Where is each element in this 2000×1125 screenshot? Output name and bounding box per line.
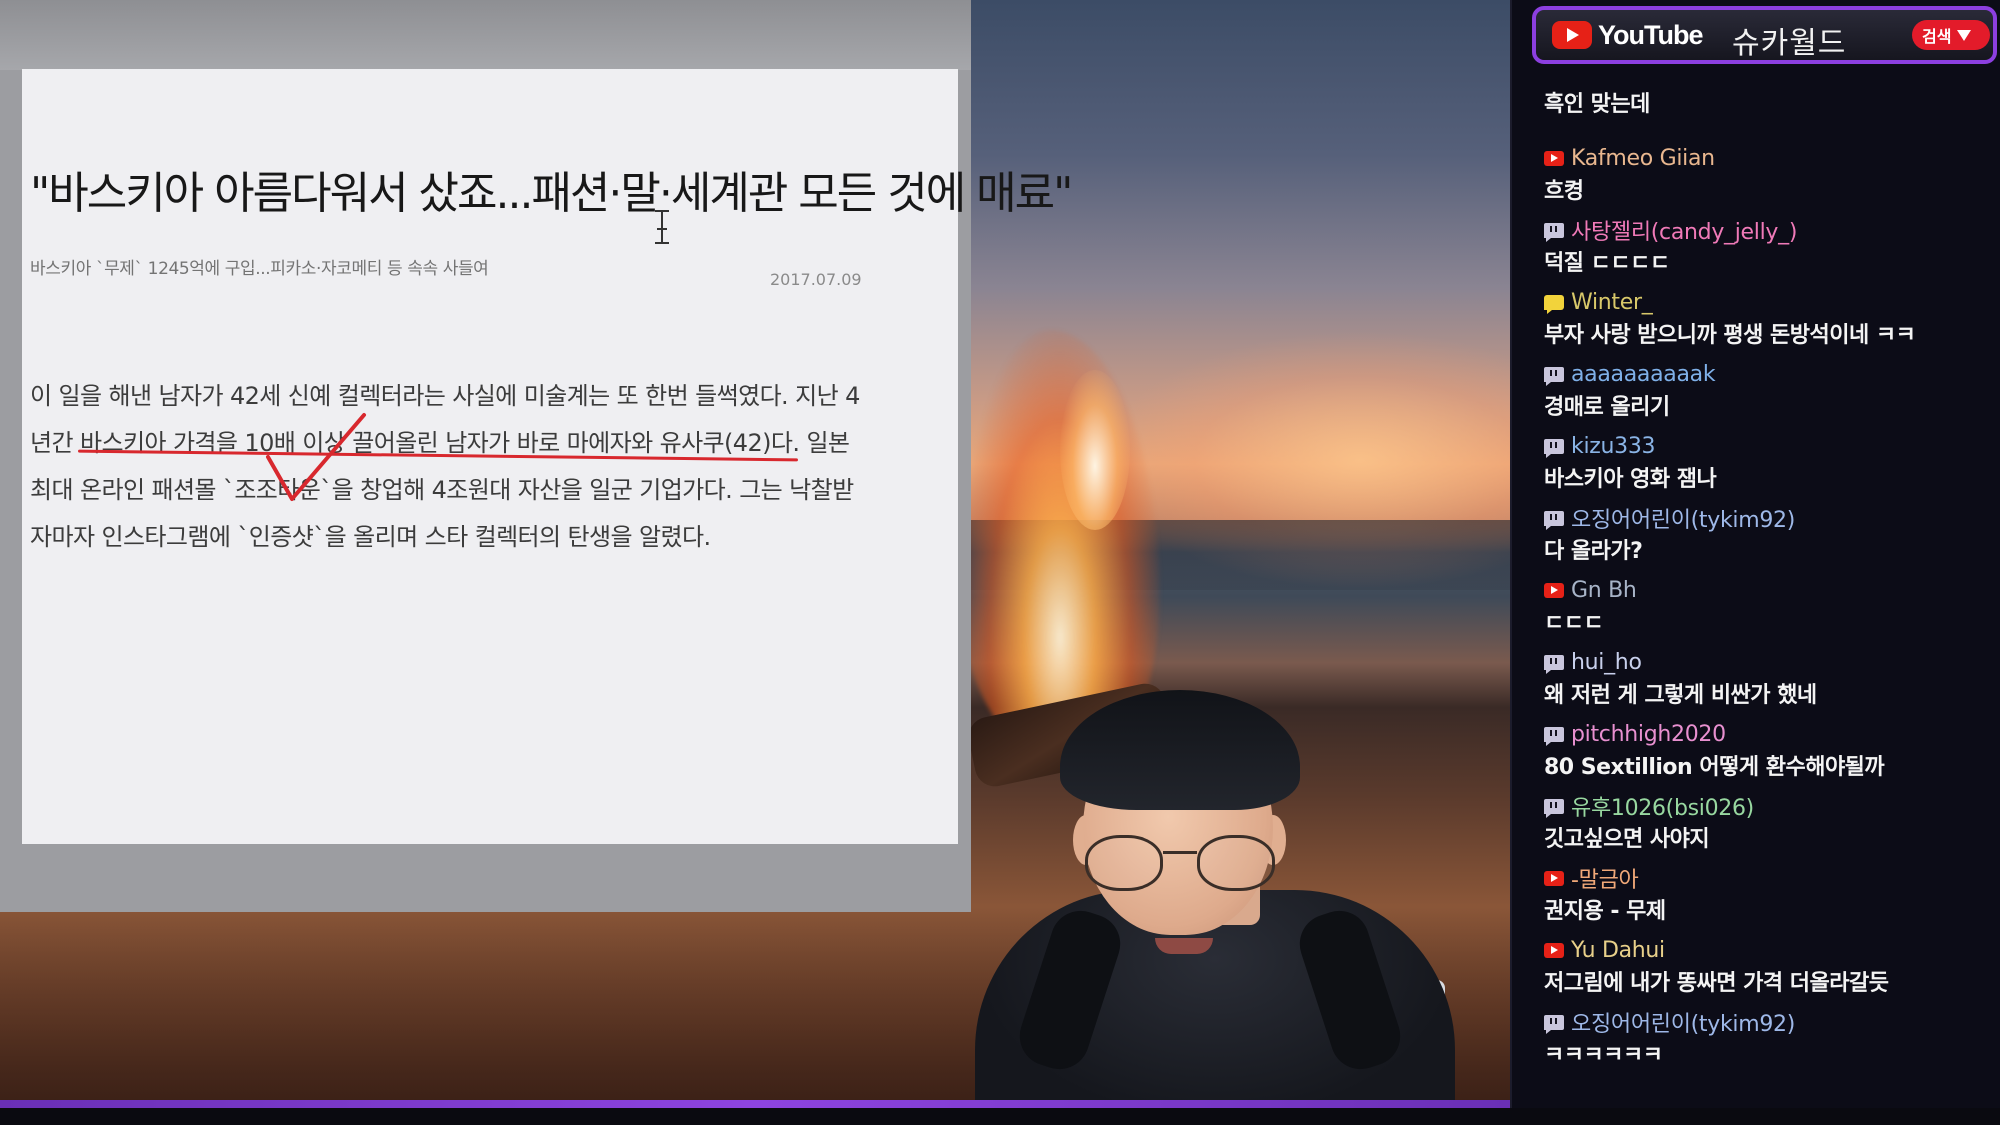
dropdown-arrow-icon (1957, 29, 1972, 41)
stream-accent-bar (0, 1100, 1510, 1108)
chat-username-row[interactable]: Kafmeo Giian (1544, 143, 1715, 173)
chat-username-row[interactable]: hui_ho (1544, 647, 1642, 677)
search-button-label: 검색 (1922, 27, 1952, 46)
chat-username-row[interactable]: aaaaaaaaaak (1544, 359, 1716, 389)
article-page: "바스키아 아름다워서 샀죠...패션·말·세계관 모든 것에 매료" 바스키아… (22, 69, 1073, 844)
chat-username[interactable]: Gn Bh (1571, 578, 1637, 603)
chat-message-text: ㅋㅋㅋㅋㅋㅋ (1544, 1043, 1663, 1068)
kakao-icon (1544, 294, 1564, 314)
article-body-line: 자마자 인스타그램에 `인증샷`을 올리며 스타 컬렉터의 탄생을 알렸다. (30, 523, 711, 551)
chat-message-text: 저그림에 내가 똥싸면 가격 더올라갈듯 (1544, 971, 1889, 996)
chat-username[interactable]: Kafmeo Giian (1571, 146, 1715, 171)
chat-username[interactable]: Yu Dahui (1571, 938, 1665, 963)
chat-message: 오징어어린이(tykim92) 다 올라가? (1544, 503, 1994, 575)
chat-username[interactable]: pitchhigh2020 (1571, 722, 1726, 747)
article-subheadline: 바스키아 `무제` 1245억에 구입...피카소·자코메티 등 속속 사들여 (30, 259, 489, 279)
youtube-play-icon (1552, 21, 1592, 49)
chat-username-row[interactable]: 오징어어린이(tykim92) (1544, 1007, 1795, 1037)
chat-message: Winter_ 부자 사랑 받으니까 평생 돈방석이네 ㅋㅋ (1544, 287, 1994, 359)
campfire-flame-core (1060, 370, 1130, 530)
chat-username-row[interactable]: -말금아 (1544, 862, 1639, 894)
chat-message-text: 왜 저런 게 그렇게 비싼가 했네 (1544, 683, 1817, 708)
article-headline: "바스키아 아름다워서 샀죠...패션·말·세계관 모든 것에 매료" (30, 168, 1073, 219)
chat-username[interactable]: aaaaaaaaaak (1571, 362, 1716, 387)
chat-message: 사탕젤리(candy_jelly_) 덕질 ㄷㄷㄷㄷ (1544, 215, 1994, 287)
youtube-icon (1544, 870, 1564, 886)
twitch-icon (1544, 510, 1564, 530)
chat-message: pitchhigh2020 80 Sextillion 어떻게 환수해야될까 (1544, 719, 1994, 791)
chat-message-text: 부자 사랑 받으니까 평생 돈방석이네 ㅋㅋ (1544, 323, 1916, 348)
chat-username[interactable]: Winter_ (1571, 290, 1653, 315)
article-body: 이 일을 해낸 남자가 42세 신예 컬렉터라는 사실에 미술계는 또 한번 들… (30, 373, 930, 561)
chat-username-row[interactable]: Winter_ (1544, 287, 1653, 317)
chat-username-row[interactable]: Yu Dahui (1544, 935, 1665, 965)
chat-username[interactable]: hui_ho (1571, 650, 1642, 675)
platform-name: YouTube (1598, 19, 1703, 50)
chat-message-text: ㄷㄷㄷ (1544, 611, 1604, 636)
red-checkmark-annotation (266, 413, 366, 501)
chat-message-text: 덕질 ㄷㄷㄷㄷ (1544, 251, 1670, 276)
channel-name: 슈카월드 (1732, 26, 1847, 61)
chat-message: Kafmeo Giian 흐켱 (1544, 143, 1994, 215)
chat-message-text: 깃고싶으면 사야지 (1544, 827, 1710, 852)
chat-message: kizu333 바스키아 영화 잼나 (1544, 431, 1994, 503)
chat-message: 유후1026(bsi026) 깃고싶으면 사야지 (1544, 791, 1994, 863)
text-cursor-icon (655, 210, 669, 244)
twitch-icon (1544, 726, 1564, 746)
chat-username-row[interactable]: 유후1026(bsi026) (1544, 791, 1754, 821)
search-button[interactable]: 검색 (1912, 20, 1990, 50)
chat-message: Yu Dahui 저그림에 내가 똥싸면 가격 더올라갈듯 (1544, 935, 1994, 1007)
article-screen-share: "바스키아 아름다워서 샀죠...패션·말·세계관 모든 것에 매료" 바스키아… (0, 0, 1073, 912)
chat-message: hui_ho 왜 저런 게 그렇게 비싼가 했네 (1544, 647, 1994, 719)
youtube-logo: YouTube (1552, 19, 1703, 50)
twitch-icon (1544, 438, 1564, 458)
chat-username-row[interactable]: kizu333 (1544, 431, 1656, 461)
chat-message-text: 80 Sextillion 어떻게 환수해야될까 (1544, 755, 1885, 780)
chat-username[interactable]: 유후1026(bsi026) (1571, 790, 1754, 822)
chat-message-text: 흐켱 (1544, 179, 1584, 204)
chat-username-row[interactable]: 사탕젤리(candy_jelly_) (1544, 215, 1797, 245)
twitch-icon (1544, 1014, 1564, 1034)
chat-message-text: 흑인 맞는데 (1544, 92, 1650, 117)
bottom-strip (0, 1108, 2000, 1125)
chat-username[interactable]: -말금아 (1571, 862, 1639, 894)
presenter-glasses (1085, 835, 1285, 895)
chat-username-row[interactable]: 오징어어린이(tykim92) (1544, 503, 1795, 533)
live-chat-panel: YouTube 슈카월드 검색 ... 흑인 맞는데 Kafmeo Giian 흐켱… (1510, 0, 2000, 1108)
chat-message-text: 경매로 올리기 (1544, 395, 1670, 420)
youtube-icon (1544, 942, 1564, 958)
twitch-icon (1544, 366, 1564, 386)
chat-username[interactable]: kizu333 (1571, 434, 1656, 459)
chat-username[interactable]: 사탕젤리(candy_jelly_) (1571, 214, 1797, 246)
chat-username-row[interactable]: pitchhigh2020 (1544, 719, 1726, 749)
article-body-line: 최대 온라인 패션몰 `조조타운`을 창업해 4조원대 자산을 일군 기업가다.… (30, 476, 854, 504)
chat-username-row[interactable]: Gn Bh (1544, 575, 1637, 605)
twitch-icon (1544, 654, 1564, 674)
chat-username[interactable]: 오징어어린이(tykim92) (1571, 1006, 1795, 1038)
presenter-hair (1060, 690, 1300, 810)
chat-message-text: 다 올라가? (1544, 539, 1643, 564)
chat-username[interactable]: 오징어어린이(tykim92) (1571, 502, 1795, 534)
chat-message: Gn Bh ㄷㄷㄷ (1544, 575, 1994, 647)
chat-message: 흑인 맞는데 (1544, 86, 1994, 143)
chat-message-text: 권지용 - 무제 (1544, 899, 1666, 924)
youtube-icon (1544, 582, 1564, 598)
chat-message: aaaaaaaaaak 경매로 올리기 (1544, 359, 1994, 431)
article-body-line: 이 일을 해낸 남자가 42세 신예 컬렉터라는 사실에 미술계는 또 한번 들… (30, 382, 860, 410)
chat-message-list: 흑인 맞는데 Kafmeo Giian 흐켱사탕젤리(candy_jelly_) 덕질… (1544, 86, 1994, 1079)
chat-message: -말금아권지용 - 무제 (1544, 863, 1994, 935)
youtube-icon (1544, 150, 1564, 166)
chat-header: YouTube 슈카월드 검색 (1532, 6, 1997, 64)
article-date: 2017.07.09 (770, 270, 862, 289)
presenter-mouth (1155, 938, 1213, 954)
twitch-icon (1544, 798, 1564, 818)
presenter-webcam (975, 690, 1455, 1120)
chat-message-text: 바스키아 영화 잼나 (1544, 467, 1717, 492)
twitch-icon (1544, 222, 1564, 242)
chat-message: 오징어어린이(tykim92) ㅋㅋㅋㅋㅋㅋ (1544, 1007, 1994, 1079)
